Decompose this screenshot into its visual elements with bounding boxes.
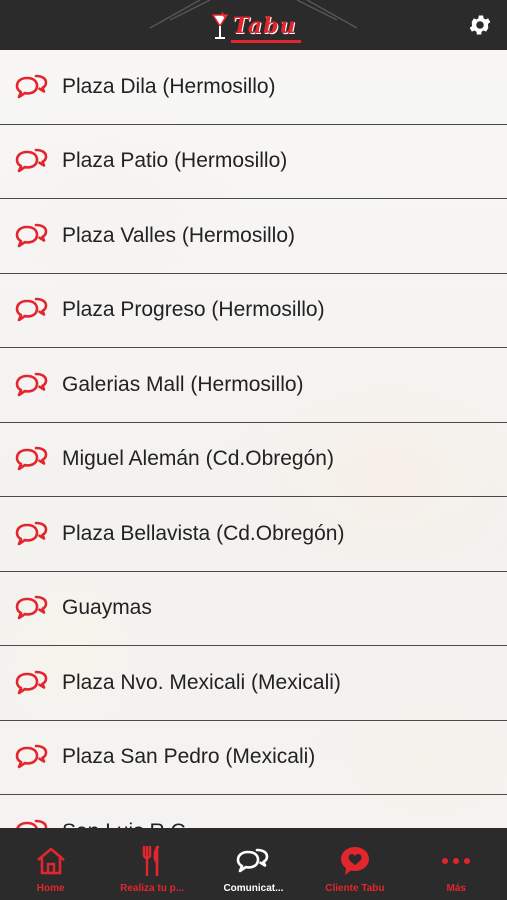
location-label: Miguel Alemán (Cd.Obregón) <box>62 447 334 471</box>
more-dots-icon <box>442 858 471 864</box>
location-list: Plaza Dila (Hermosillo) Plaza Patio (Her… <box>0 50 507 828</box>
tab-realiza-pedido[interactable]: Realiza tu p... <box>106 828 198 894</box>
chat-bubbles-icon <box>15 819 48 828</box>
location-label: Plaza Patio (Hermosillo) <box>62 149 288 173</box>
tab-label: Comunicat... <box>223 883 284 894</box>
tab-label: Cliente Tabu <box>325 883 385 894</box>
location-row[interactable]: Guaymas <box>0 571 507 646</box>
location-row[interactable]: San Luis R.C. <box>0 795 507 828</box>
chat-bubbles-icon <box>237 848 269 873</box>
chat-bubbles-icon <box>15 446 48 471</box>
location-label: Plaza Bellavista (Cd.Obregón) <box>62 521 345 545</box>
tab-home[interactable]: Home <box>5 828 97 894</box>
location-label: Galerias Mall (Hermosillo) <box>62 372 304 396</box>
location-label: Plaza Progreso (Hermosillo) <box>62 298 325 322</box>
chat-bubbles-icon <box>15 670 48 695</box>
chat-bubbles-icon <box>15 521 48 546</box>
location-label: Plaza Dila (Hermosillo) <box>62 74 276 98</box>
tab-cliente-tabu[interactable]: Cliente Tabu <box>309 828 401 894</box>
location-label: Plaza Valles (Hermosillo) <box>62 223 296 247</box>
tab-label: Home <box>36 883 65 894</box>
chat-bubbles-icon <box>15 372 48 397</box>
tab-label: Realiza tu p... <box>120 883 185 894</box>
location-label: Guaymas <box>62 596 152 620</box>
location-row[interactable]: Miguel Alemán (Cd.Obregón) <box>0 422 507 497</box>
chat-bubbles-icon <box>15 297 48 322</box>
tabu-logo: Tabu <box>211 11 301 43</box>
location-row[interactable]: Galerias Mall (Hermosillo) <box>0 348 507 423</box>
location-row[interactable]: Plaza Nvo. Mexicali (Mexicali) <box>0 646 507 721</box>
fork-knife-icon <box>142 845 160 877</box>
tab-label: Más <box>446 883 466 894</box>
location-row[interactable]: Plaza San Pedro (Mexicali) <box>0 720 507 795</box>
chat-bubbles-icon <box>15 744 48 769</box>
tab-comunicate[interactable]: Comunicat... <box>207 828 299 894</box>
logo-underline <box>230 40 301 43</box>
cocktail-glass-icon <box>211 11 228 39</box>
location-row[interactable]: Plaza Dila (Hermosillo) <box>0 50 507 125</box>
bottom-tab-bar: Home Realiza tu p... Comunicat... Client… <box>0 828 507 900</box>
location-label: Plaza San Pedro (Mexicali) <box>62 745 316 769</box>
gear-icon[interactable] <box>467 12 493 38</box>
tab-mas[interactable]: Más <box>410 828 502 894</box>
location-label: San Luis R.C. <box>62 820 192 828</box>
location-row[interactable]: Plaza Patio (Hermosillo) <box>0 124 507 199</box>
location-row[interactable]: Plaza Progreso (Hermosillo) <box>0 273 507 348</box>
chat-bubbles-icon <box>15 74 48 99</box>
chat-bubbles-icon <box>15 223 48 248</box>
location-row[interactable]: Plaza Valles (Hermosillo) <box>0 199 507 274</box>
logo-text: Tabu <box>232 13 297 39</box>
home-icon <box>36 847 65 875</box>
top-bar: Tabu <box>0 0 507 50</box>
location-label: Plaza Nvo. Mexicali (Mexicali) <box>62 670 341 694</box>
chat-bubbles-icon <box>15 595 48 620</box>
chat-bubbles-icon <box>15 148 48 173</box>
location-row[interactable]: Plaza Bellavista (Cd.Obregón) <box>0 497 507 572</box>
heart-bubble-icon <box>340 847 369 875</box>
